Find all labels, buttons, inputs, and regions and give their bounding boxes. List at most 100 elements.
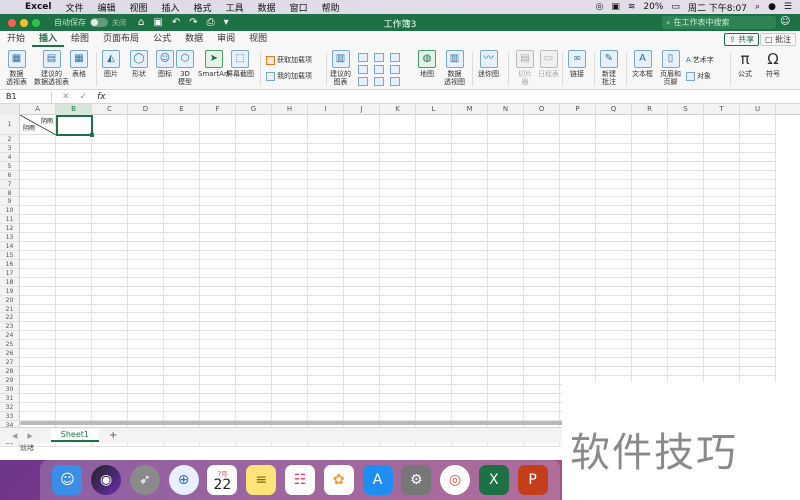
cell-q4[interactable] — [596, 152, 632, 162]
row-header-22[interactable]: 22 — [0, 313, 20, 323]
cell-k28[interactable] — [380, 366, 416, 376]
cell-u21[interactable] — [740, 304, 776, 314]
cell-d20[interactable] — [128, 295, 164, 305]
cell-n23[interactable] — [488, 322, 524, 332]
cell-r19[interactable] — [632, 286, 668, 296]
cell-d29[interactable] — [128, 375, 164, 385]
cell-b5[interactable] — [56, 161, 92, 171]
cell-m29[interactable] — [452, 375, 488, 385]
cell-d28[interactable] — [128, 366, 164, 376]
cell-j7[interactable] — [344, 179, 380, 189]
cell-b25[interactable] — [56, 340, 92, 350]
menu-window[interactable]: 窗口 — [283, 1, 315, 14]
cell-k26[interactable] — [380, 349, 416, 359]
cell-a15[interactable] — [20, 250, 56, 260]
cell-r16[interactable] — [632, 259, 668, 269]
cell-c17[interactable] — [92, 268, 128, 278]
cell-g20[interactable] — [236, 295, 272, 305]
cell-j23[interactable] — [344, 322, 380, 332]
cell-d7[interactable] — [128, 179, 164, 189]
row-header-28[interactable]: 28 — [0, 366, 20, 376]
cell-j2[interactable] — [344, 135, 380, 144]
cell-t20[interactable] — [704, 295, 740, 305]
row-header-3[interactable]: 3 — [0, 143, 20, 153]
cell-e18[interactable] — [164, 277, 200, 287]
cell-l31[interactable] — [416, 393, 452, 403]
row-header-9[interactable]: 9 — [0, 197, 20, 207]
cell-f24[interactable] — [200, 331, 236, 341]
cell-f23[interactable] — [200, 322, 236, 332]
cell-s2[interactable] — [668, 135, 704, 144]
cell-r21[interactable] — [632, 304, 668, 314]
cell-i19[interactable] — [308, 286, 344, 296]
cell-t25[interactable] — [704, 340, 740, 350]
cell-m9[interactable] — [452, 197, 488, 207]
cell-h30[interactable] — [272, 384, 308, 394]
cell-m1[interactable] — [452, 115, 488, 135]
cell-d14[interactable] — [128, 242, 164, 251]
cell-q18[interactable] — [596, 277, 632, 287]
cell-n1[interactable] — [488, 115, 524, 135]
tab-review[interactable]: 审阅 — [210, 31, 242, 47]
cell-o12[interactable] — [524, 224, 560, 234]
cell-i27[interactable] — [308, 358, 344, 367]
cell-g15[interactable] — [236, 250, 272, 260]
cell-j19[interactable] — [344, 286, 380, 296]
cell-p26[interactable] — [560, 349, 596, 359]
cell-e30[interactable] — [164, 384, 200, 394]
cell-u19[interactable] — [740, 286, 776, 296]
customize-toolbar-icon[interactable]: ▾ — [224, 17, 229, 28]
cell-h4[interactable] — [272, 152, 308, 162]
cell-c2[interactable] — [92, 135, 128, 144]
cell-h3[interactable] — [272, 143, 308, 153]
cell-s9[interactable] — [668, 197, 704, 207]
cell-i3[interactable] — [308, 143, 344, 153]
row-header-14[interactable]: 14 — [0, 242, 20, 251]
cell-t10[interactable] — [704, 206, 740, 216]
cell-h8[interactable] — [272, 188, 308, 198]
column-header-s[interactable]: S — [668, 104, 704, 115]
cell-n19[interactable] — [488, 286, 524, 296]
column-header-b[interactable]: B — [56, 104, 92, 115]
column-header-k[interactable]: K — [380, 104, 416, 115]
cell-n15[interactable] — [488, 250, 524, 260]
cell-q14[interactable] — [596, 242, 632, 251]
cell-i5[interactable] — [308, 161, 344, 171]
cell-d22[interactable] — [128, 313, 164, 323]
app-store-icon[interactable]: A — [362, 465, 393, 495]
chrome-icon[interactable]: ◎ — [440, 465, 471, 495]
cell-q26[interactable] — [596, 349, 632, 359]
row-header-18[interactable]: 18 — [0, 277, 20, 287]
cell-i13[interactable] — [308, 233, 344, 243]
cell-i21[interactable] — [308, 304, 344, 314]
system-preferences-icon[interactable]: ⚙ — [401, 465, 432, 495]
cell-b18[interactable] — [56, 277, 92, 287]
cell-b14[interactable] — [56, 242, 92, 251]
autosave-toggle[interactable] — [90, 18, 108, 27]
cell-k2[interactable] — [380, 135, 416, 144]
cell-f2[interactable] — [200, 135, 236, 144]
cell-a26[interactable] — [20, 349, 56, 359]
cell-a28[interactable] — [20, 366, 56, 376]
cell-l1[interactable] — [416, 115, 452, 135]
row-header-7[interactable]: 7 — [0, 179, 20, 189]
cell-l20[interactable] — [416, 295, 452, 305]
column-header-f[interactable]: F — [200, 104, 236, 115]
cell-p17[interactable] — [560, 268, 596, 278]
cell-h18[interactable] — [272, 277, 308, 287]
next-sheet-icon[interactable]: ▶ — [27, 432, 32, 440]
cell-c5[interactable] — [92, 161, 128, 171]
cell-f3[interactable] — [200, 143, 236, 153]
line-chart-icon[interactable] — [358, 65, 368, 74]
cell-u17[interactable] — [740, 268, 776, 278]
cell-d15[interactable] — [128, 250, 164, 260]
cell-u3[interactable] — [740, 143, 776, 153]
cell-g3[interactable] — [236, 143, 272, 153]
cell-r13[interactable] — [632, 233, 668, 243]
cell-k27[interactable] — [380, 358, 416, 367]
cell-k32[interactable] — [380, 402, 416, 412]
cell-o8[interactable] — [524, 188, 560, 198]
cell-r9[interactable] — [632, 197, 668, 207]
cell-h22[interactable] — [272, 313, 308, 323]
menu-format[interactable]: 格式 — [187, 1, 219, 14]
